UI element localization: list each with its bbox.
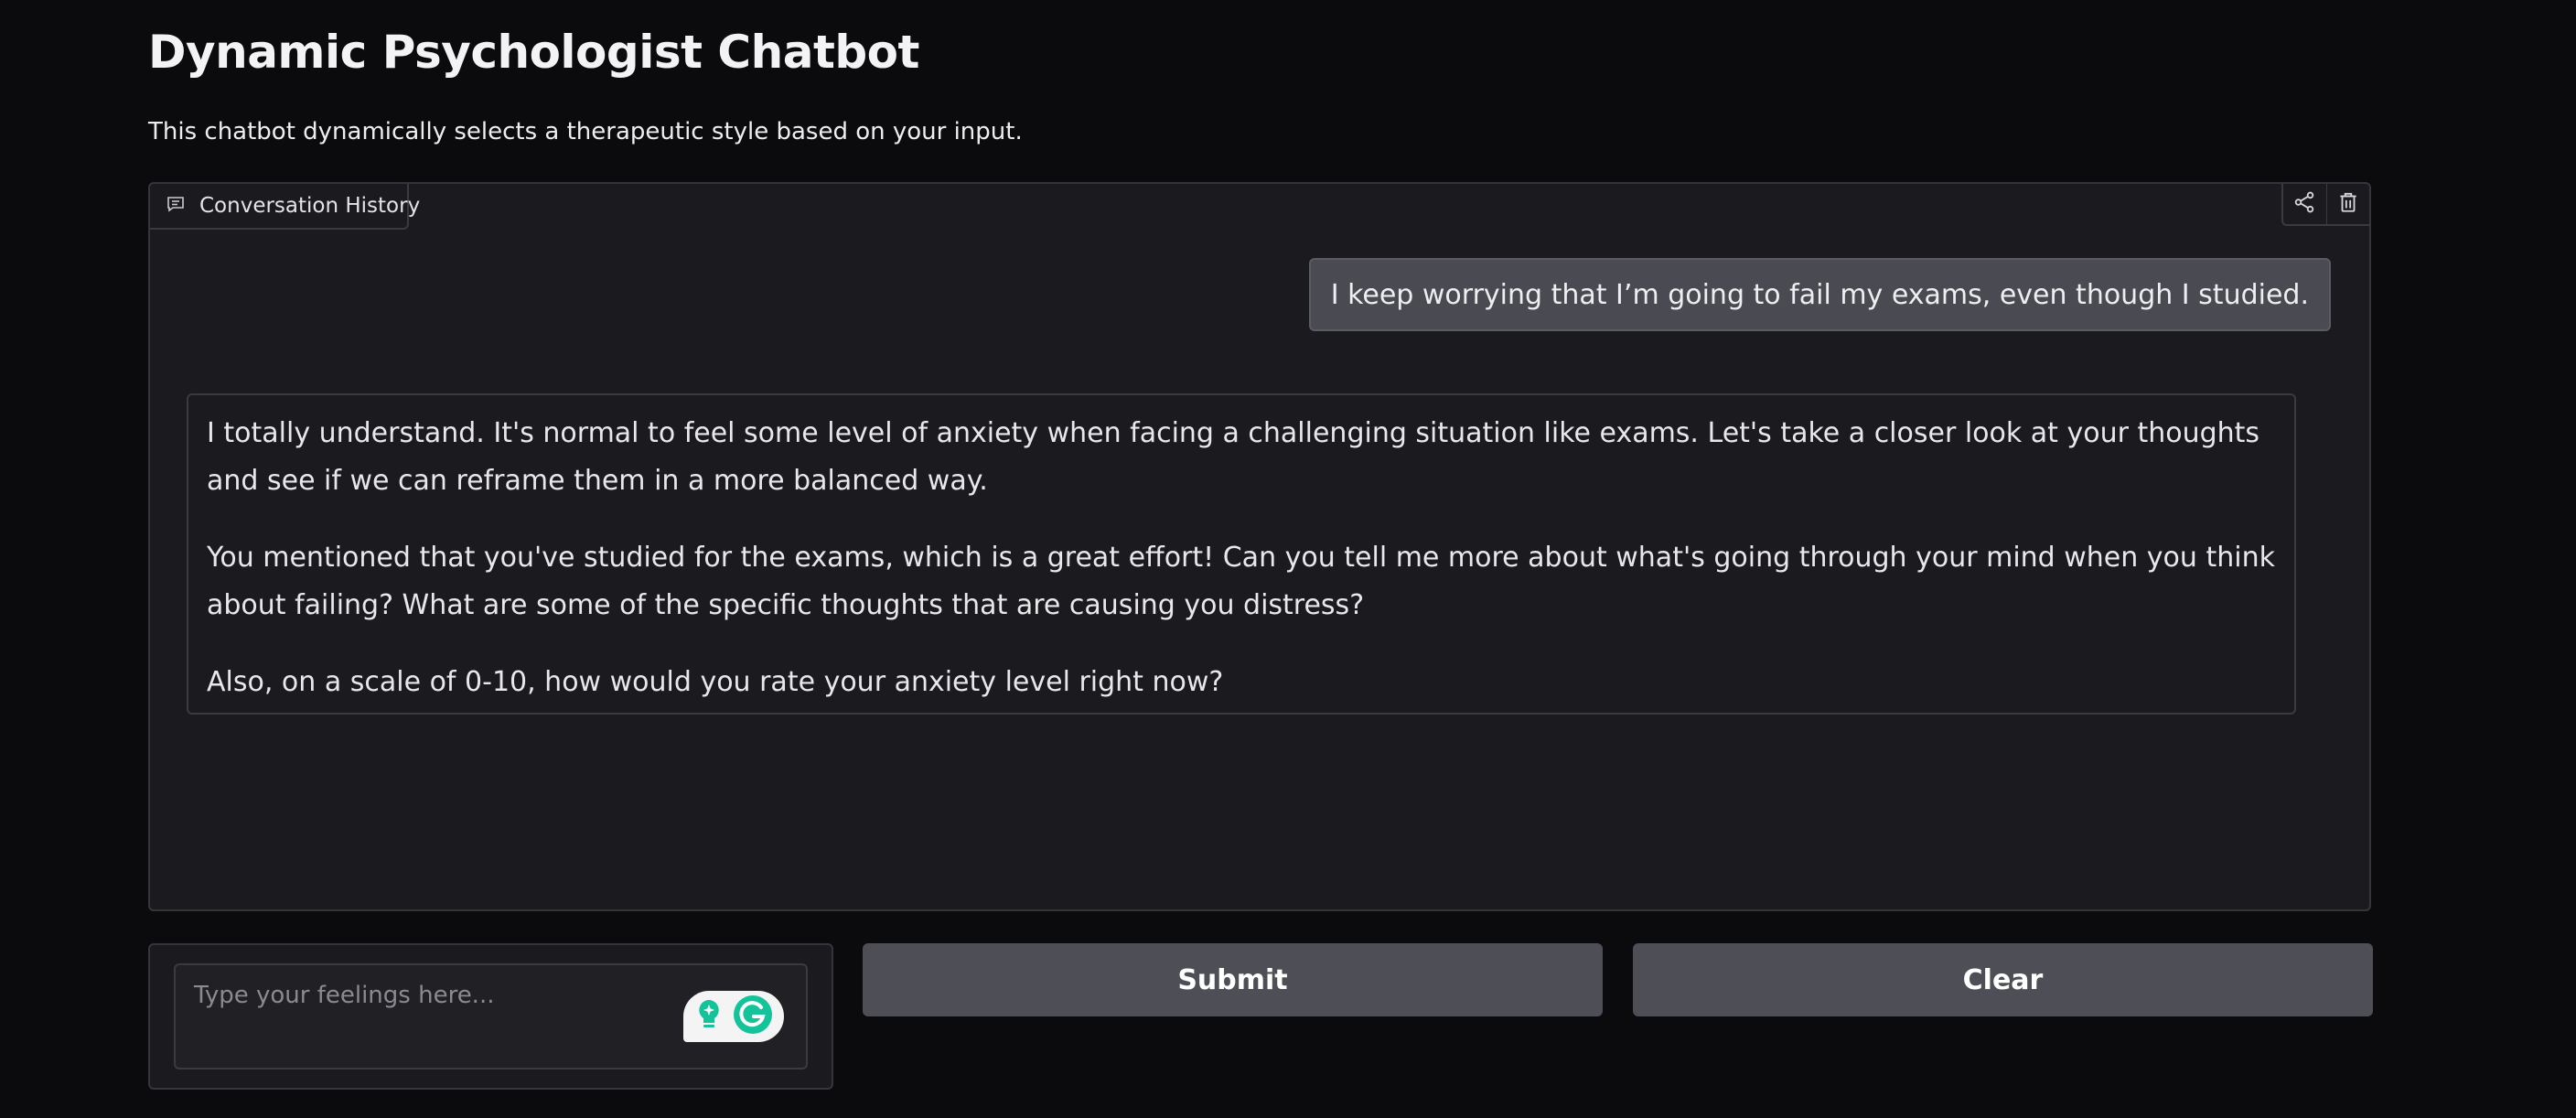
chat-bubble-icon xyxy=(165,193,187,219)
share-button[interactable] xyxy=(2283,184,2326,224)
clear-button[interactable]: Clear xyxy=(1633,943,2373,1016)
conversation-history-text: Conversation History xyxy=(199,194,421,218)
grammarly-logo-icon[interactable] xyxy=(733,994,773,1038)
trash-icon xyxy=(2336,190,2360,218)
user-message: I keep worrying that I’m going to fail m… xyxy=(1308,258,2331,331)
assistant-paragraph: You mentioned that you've studied for th… xyxy=(207,542,2275,621)
page-title: Dynamic Psychologist Chatbot xyxy=(148,26,919,79)
grammarly-assist-icon[interactable] xyxy=(691,996,727,1037)
clear-history-button[interactable] xyxy=(2325,184,2370,224)
chatbot-panel: Conversation History I keep worrying tha… xyxy=(148,182,2371,911)
submit-button[interactable]: Submit xyxy=(863,943,1603,1016)
input-panel xyxy=(148,943,833,1090)
conversation-history-label: Conversation History xyxy=(150,184,420,230)
assistant-message: I totally understand. It's normal to fee… xyxy=(187,393,2296,715)
assistant-paragraph: Also, on a scale of 0-10, how would you … xyxy=(207,666,1224,698)
chatbot-toolbar xyxy=(2281,184,2369,226)
share-icon xyxy=(2292,190,2316,218)
feelings-input-box xyxy=(174,963,808,1070)
page-subtitle: This chatbot dynamically selects a thera… xyxy=(148,118,1023,145)
assistant-paragraph: I totally understand. It's normal to fee… xyxy=(207,417,2260,497)
grammarly-widget[interactable] xyxy=(683,991,784,1042)
